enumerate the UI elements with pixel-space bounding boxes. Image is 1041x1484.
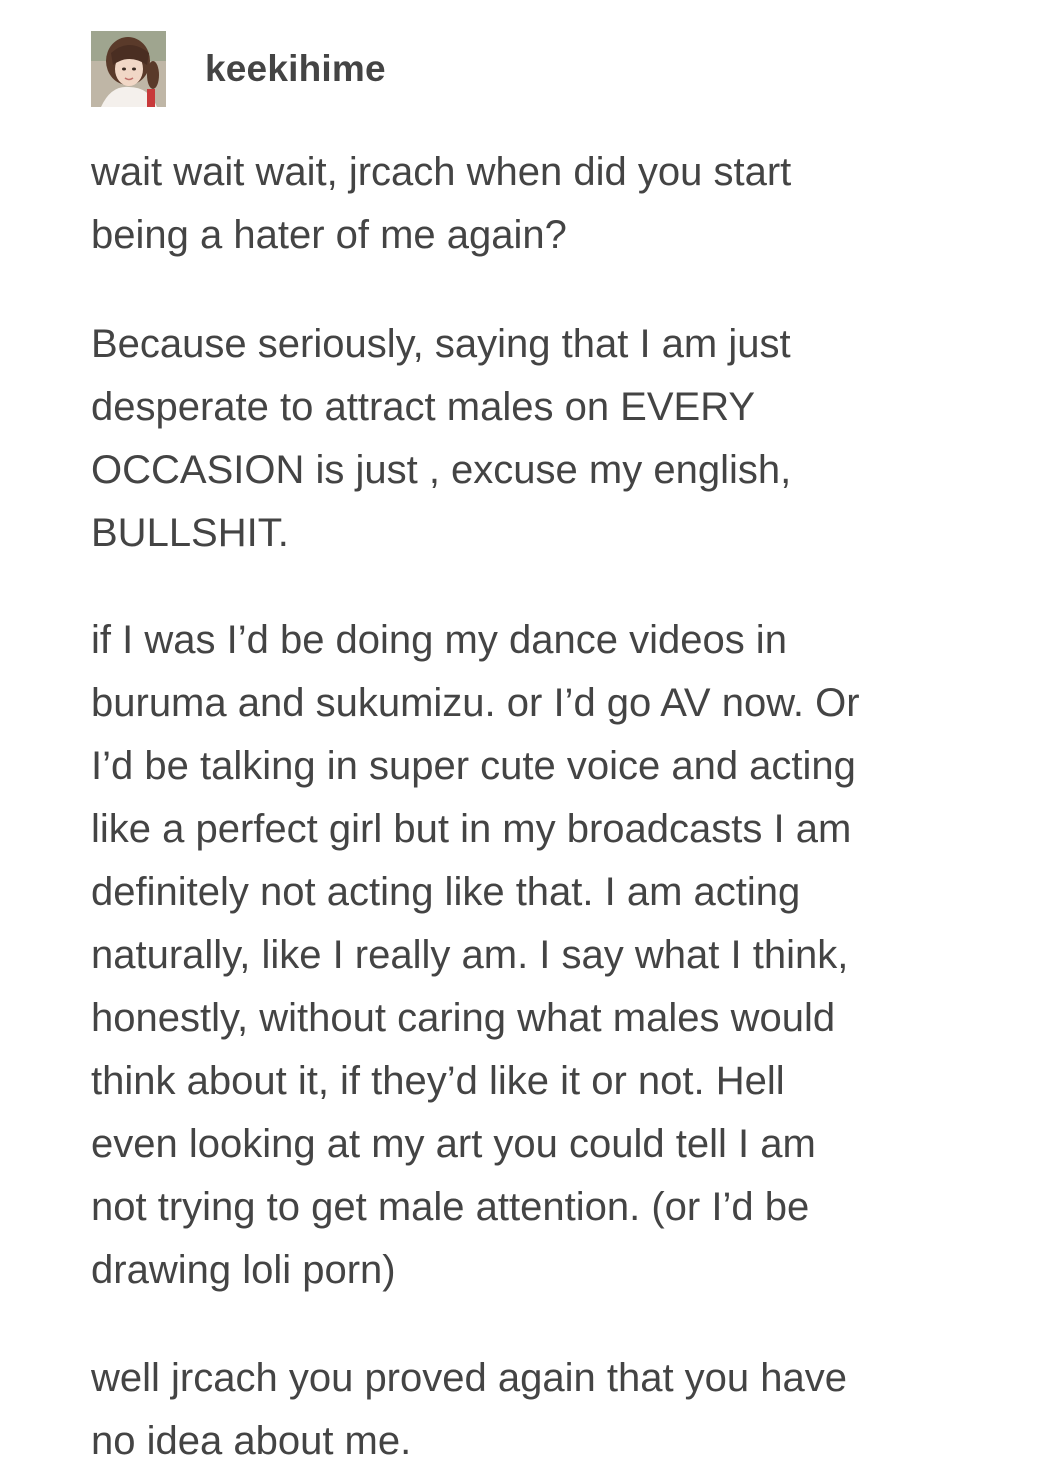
post-paragraph: if I was I’d be doing my dance videos in…: [91, 618, 860, 1292]
post-paragraph: well jrcach you proved again that you ha…: [91, 1356, 848, 1463]
avatar[interactable]: [91, 31, 166, 107]
post-body: wait wait wait, jrcach when did you star…: [91, 141, 991, 1473]
post-paragraph: wait wait wait, jrcach when did you star…: [91, 150, 792, 257]
avatar-photo-icon: [91, 31, 166, 107]
reblog-post: keekihime wait wait wait, jrcach when di…: [0, 0, 1041, 1484]
username[interactable]: keekihime: [205, 48, 386, 90]
post-header: keekihime: [91, 31, 386, 107]
post-paragraph: Because seriously, saying that I am just…: [91, 322, 792, 555]
